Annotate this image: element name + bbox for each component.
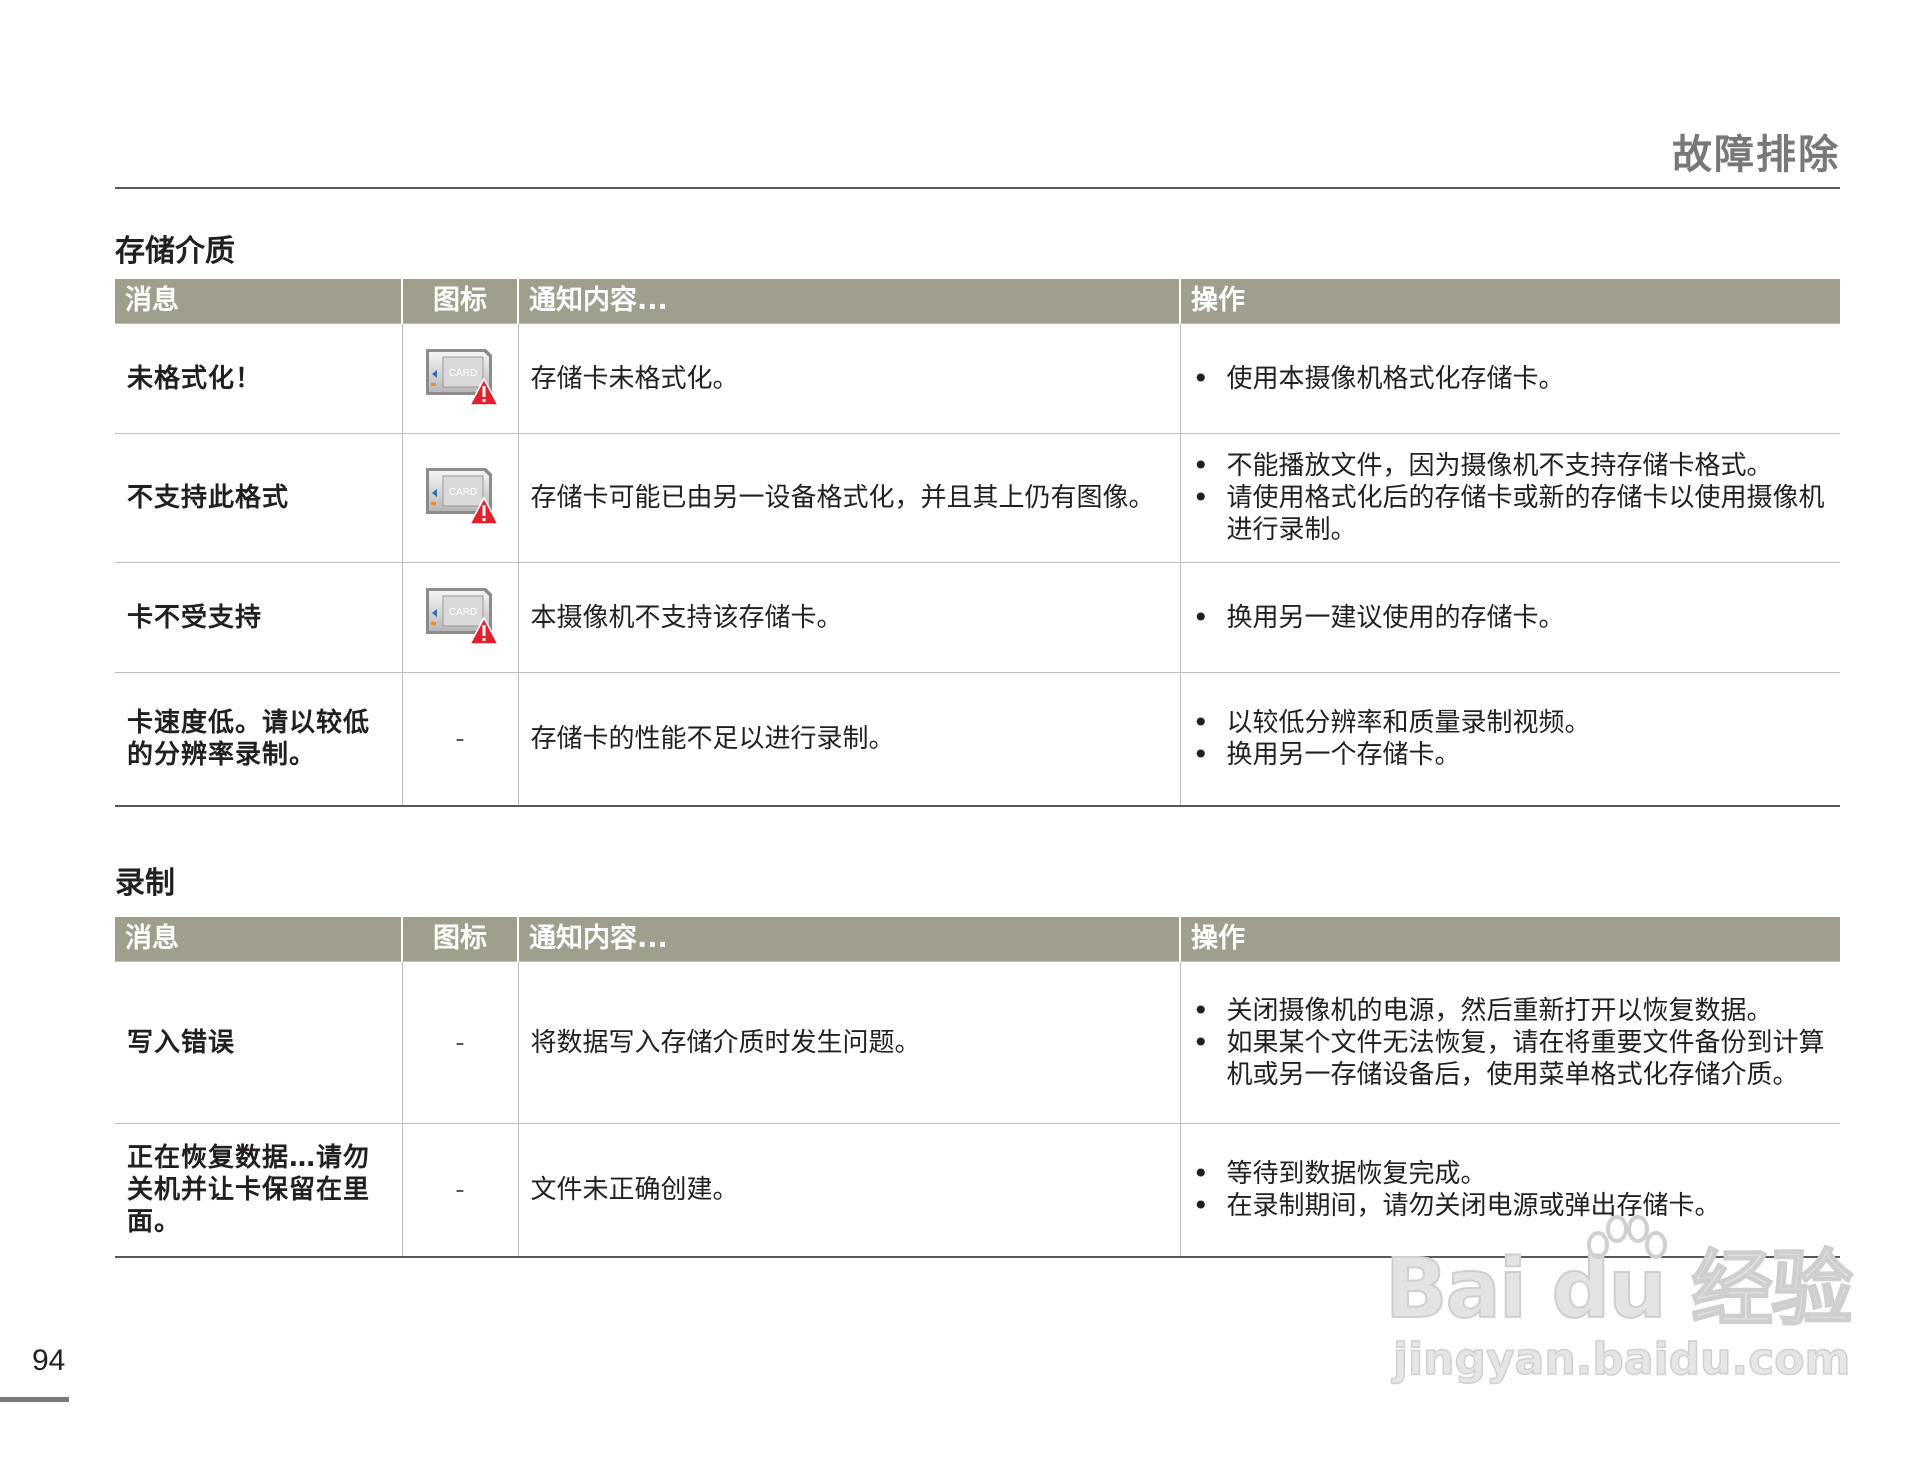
recording-table: 消息 图标 通知内容... 操作 写入错误 - 将数据写入存储介质时发生问题。 … xyxy=(115,917,1840,1258)
icon-cell: CARD xyxy=(401,323,518,434)
section-title-storage: 存储介质 xyxy=(115,234,235,269)
svg-text:CARD: CARD xyxy=(449,368,477,379)
page-number: 94 xyxy=(32,1344,66,1377)
icon-cell: CARD xyxy=(401,562,518,673)
action-item: 使用本摄像机格式化存储卡。 xyxy=(1193,363,1829,395)
action-item: 换用另一建议使用的存储卡。 xyxy=(1193,602,1829,634)
content-cell: 将数据写入存储介质时发生问题。 xyxy=(517,961,1180,1124)
baidu-watermark: Bai du 经验 jingyan.baidu.com xyxy=(1384,1215,1854,1386)
header-icon: 图标 xyxy=(401,279,518,324)
content-cell: 存储卡的性能不足以进行录制。 xyxy=(517,672,1180,807)
action-cell: 使用本摄像机格式化存储卡。 xyxy=(1179,323,1840,434)
action-cell: 不能播放文件，因为摄像机不支持存储卡格式。 请使用格式化后的存储卡或新的存储卡以… xyxy=(1179,433,1840,563)
section-title-recording: 录制 xyxy=(115,866,175,901)
action-item: 不能播放文件，因为摄像机不支持存储卡格式。 xyxy=(1193,450,1829,482)
icon-cell: - xyxy=(401,1123,518,1258)
header-message: 消息 xyxy=(115,279,402,324)
action-item: 在录制期间，请勿关闭电源或弹出存储卡。 xyxy=(1193,1190,1829,1222)
action-item: 如果某个文件无法恢复，请在将重要文件备份到计算机或另一存储设备后，使用菜单格式化… xyxy=(1193,1027,1829,1091)
card-warning-icon: CARD xyxy=(420,582,500,654)
card-warning-icon: CARD xyxy=(420,343,500,415)
action-cell: 关闭摄像机的电源，然后重新打开以恢复数据。 如果某个文件无法恢复，请在将重要文件… xyxy=(1179,961,1840,1124)
table-row: 不支持此格式 CARD 存储卡可能已由另一设备格式化，并且其上仍有图像。 • 不… xyxy=(115,433,1840,563)
header-message: 消息 xyxy=(115,917,402,962)
content-cell: 存储卡可能已由另一设备格式化，并且其上仍有图像。 xyxy=(517,433,1180,563)
message-cell: 写入错误 xyxy=(115,961,402,1124)
icon-cell: - xyxy=(401,672,518,807)
action-cell: 等待到数据恢复完成。 在录制期间，请勿关闭电源或弹出存储卡。 xyxy=(1179,1123,1840,1258)
table-row: 卡不受支持 CARD 本摄像机不支持该存储卡。 • 换用另一建议使用的存储卡。 xyxy=(115,562,1840,673)
action-item: 以较低分辨率和质量录制视频。 xyxy=(1193,707,1829,739)
page-header-title: 故障排除 xyxy=(1672,132,1840,178)
content-cell: 存储卡未格式化。 xyxy=(517,323,1180,434)
header-rule xyxy=(115,187,1840,189)
action-item: 换用另一个存储卡。 xyxy=(1193,739,1829,771)
content-cell: 文件未正确创建。 xyxy=(517,1123,1180,1258)
table-header-row: 消息 图标 通知内容... 操作 xyxy=(115,279,1840,324)
header-content: 通知内容... xyxy=(517,917,1180,962)
action-item: 等待到数据恢复完成。 xyxy=(1193,1158,1829,1190)
paw-icon xyxy=(1580,1215,1670,1299)
message-cell: 卡不受支持 xyxy=(115,562,402,673)
header-action: 操作 xyxy=(1179,917,1840,962)
message-cell: 未格式化！ xyxy=(115,323,402,434)
table-row: 写入错误 - 将数据写入存储介质时发生问题。 关闭摄像机的电源，然后重新打开以恢… xyxy=(115,961,1840,1124)
action-item: 请使用格式化后的存储卡或新的存储卡以使用摄像机进行录制。 xyxy=(1193,482,1829,546)
svg-text:CARD: CARD xyxy=(449,487,477,498)
table-row: 卡速度低。请以较低的分辨率录制。 - 存储卡的性能不足以进行录制。 以较低分辨率… xyxy=(115,672,1840,807)
storage-media-table: 消息 图标 通知内容... 操作 未格式化！ CARD 存储卡未格式化。 • 使… xyxy=(115,279,1840,807)
page-number-rule xyxy=(0,1397,69,1402)
svg-text:CARD: CARD xyxy=(449,607,477,618)
icon-cell: - xyxy=(401,961,518,1124)
message-cell: 不支持此格式 xyxy=(115,433,402,563)
header-icon: 图标 xyxy=(401,917,518,962)
content-cell: 本摄像机不支持该存储卡。 xyxy=(517,562,1180,673)
action-cell: 以较低分辨率和质量录制视频。 换用另一个存储卡。 xyxy=(1179,672,1840,807)
table-header-row: 消息 图标 通知内容... 操作 xyxy=(115,917,1840,962)
card-warning-icon: CARD xyxy=(420,462,500,534)
action-cell: 换用另一建议使用的存储卡。 xyxy=(1179,562,1840,673)
header-content: 通知内容... xyxy=(517,279,1180,324)
watermark-url: jingyan.baidu.com xyxy=(1392,1334,1851,1386)
action-item: 关闭摄像机的电源，然后重新打开以恢复数据。 xyxy=(1193,995,1829,1027)
icon-cell: CARD xyxy=(401,433,518,563)
header-action: 操作 xyxy=(1179,279,1840,324)
message-cell: 卡速度低。请以较低的分辨率录制。 xyxy=(115,672,402,807)
message-cell: 正在恢复数据…请勿关机并让卡保留在里面。 xyxy=(115,1123,402,1258)
table-row: 未格式化！ CARD 存储卡未格式化。 • 使用本摄像机格式化存储卡。 xyxy=(115,323,1840,434)
